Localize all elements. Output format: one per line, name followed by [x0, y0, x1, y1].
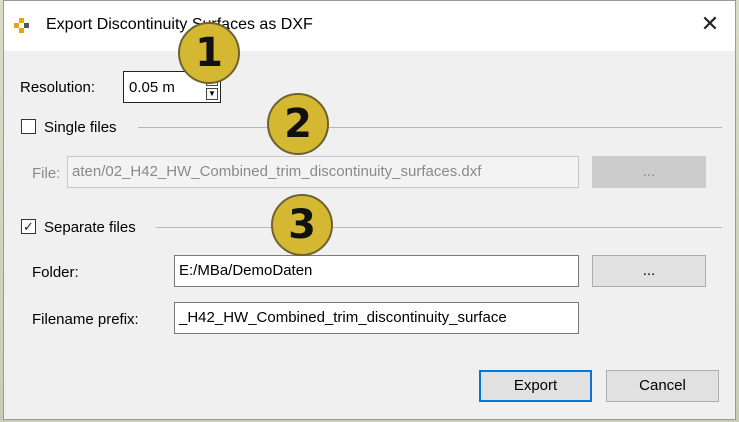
spin-down-icon[interactable]: ▼ — [206, 88, 218, 100]
single-files-checkbox[interactable] — [21, 119, 36, 134]
folder-label: Folder: — [32, 264, 79, 281]
callout-1: 1 — [178, 22, 240, 84]
folder-browse-button[interactable]: ... — [592, 255, 706, 287]
filename-prefix-label: Filename prefix: — [32, 311, 139, 328]
folder-field[interactable]: E:/MBa/DemoDaten — [174, 255, 579, 287]
callout-3: 3 — [271, 194, 333, 256]
cancel-button[interactable]: Cancel — [606, 370, 719, 402]
filename-prefix-field[interactable]: _H42_HW_Combined_trim_discontinuity_surf… — [174, 302, 579, 334]
resolution-label: Resolution: — [20, 79, 96, 96]
group-divider — [138, 127, 722, 128]
separate-files-label[interactable]: Separate files — [44, 219, 136, 236]
separate-files-checkbox[interactable]: ✓ — [21, 219, 36, 234]
resolution-value[interactable]: 0.05 m — [129, 79, 175, 96]
callout-2: 2 — [267, 93, 329, 155]
close-icon[interactable]: ✕ — [697, 11, 723, 37]
single-files-label[interactable]: Single files — [44, 119, 117, 136]
file-path-field[interactable]: aten/02_H42_HW_Combined_trim_discontinui… — [67, 156, 579, 188]
window-title: Export Discontinuity Surfaces as DXF — [46, 16, 313, 33]
file-browse-button[interactable]: ... — [592, 156, 706, 188]
title-bar: Export Discontinuity Surfaces as DXF ✕ — [4, 1, 735, 51]
group-divider — [156, 227, 722, 228]
export-dialog: Export Discontinuity Surfaces as DXF ✕ R… — [3, 0, 736, 420]
export-button[interactable]: Export — [479, 370, 592, 402]
file-label: File: — [32, 165, 61, 182]
app-icon — [14, 18, 30, 34]
